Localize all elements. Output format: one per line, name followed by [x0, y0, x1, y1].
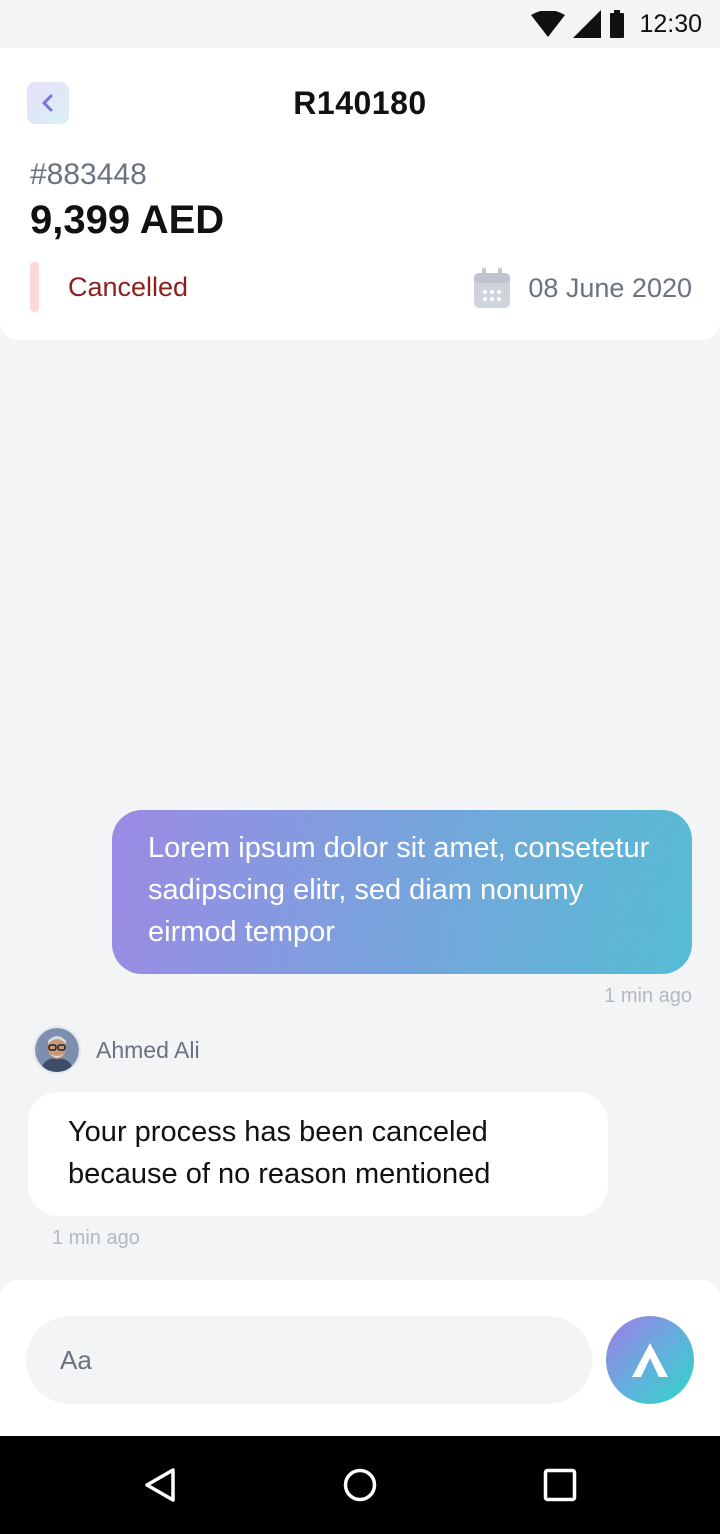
outgoing-message-text: Lorem ipsum dolor sit amet, consetetur s…: [148, 832, 650, 948]
order-number: #883448: [30, 158, 147, 191]
status-accent-bar: [30, 262, 39, 312]
calendar-icon: [474, 268, 511, 308]
message-input[interactable]: [26, 1316, 592, 1404]
status-icons: 12:30: [531, 8, 702, 40]
sender-name: Ahmed Ali: [96, 1037, 200, 1063]
send-button[interactable]: [606, 1316, 694, 1404]
avatar-image: [35, 1028, 79, 1072]
cell-signal-icon: [573, 10, 602, 38]
incoming-message-bubble: Your process has been canceled because o…: [28, 1092, 608, 1216]
nav-home-button[interactable]: [335, 1460, 385, 1510]
wifi-icon: [531, 11, 566, 37]
avatar[interactable]: [33, 1026, 81, 1074]
battery-icon: [610, 10, 625, 38]
status-time: 12:30: [639, 9, 702, 38]
incoming-message-time: 1 min ago: [52, 1227, 140, 1249]
incoming-message-text: Your process has been canceled because o…: [68, 1116, 491, 1190]
triangle-back-icon: [145, 1468, 175, 1502]
send-icon: [632, 1343, 668, 1377]
order-amount: 9,399 AED: [30, 198, 225, 242]
nav-recents-button[interactable]: [535, 1460, 585, 1510]
circle-home-icon: [343, 1468, 377, 1502]
system-nav-bar: [0, 1436, 720, 1534]
order-date: 08 June 2020: [474, 266, 692, 310]
order-header-card: R140180 #883448 9,399 AED Cancelled 08 J…: [0, 48, 720, 340]
outgoing-message-bubble: Lorem ipsum dolor sit amet, consetetur s…: [112, 810, 692, 974]
square-recents-icon: [543, 1468, 577, 1502]
status-label: Cancelled: [68, 272, 189, 302]
page-title: R140180: [293, 85, 427, 121]
nav-back-button[interactable]: [135, 1460, 185, 1510]
back-button[interactable]: [27, 82, 69, 124]
message-composer: [0, 1280, 720, 1436]
chevron-left-icon: [42, 94, 53, 112]
status-bar: 12:30: [0, 0, 720, 48]
date-text: 08 June 2020: [528, 272, 692, 303]
outgoing-message-time: 1 min ago: [604, 985, 692, 1007]
